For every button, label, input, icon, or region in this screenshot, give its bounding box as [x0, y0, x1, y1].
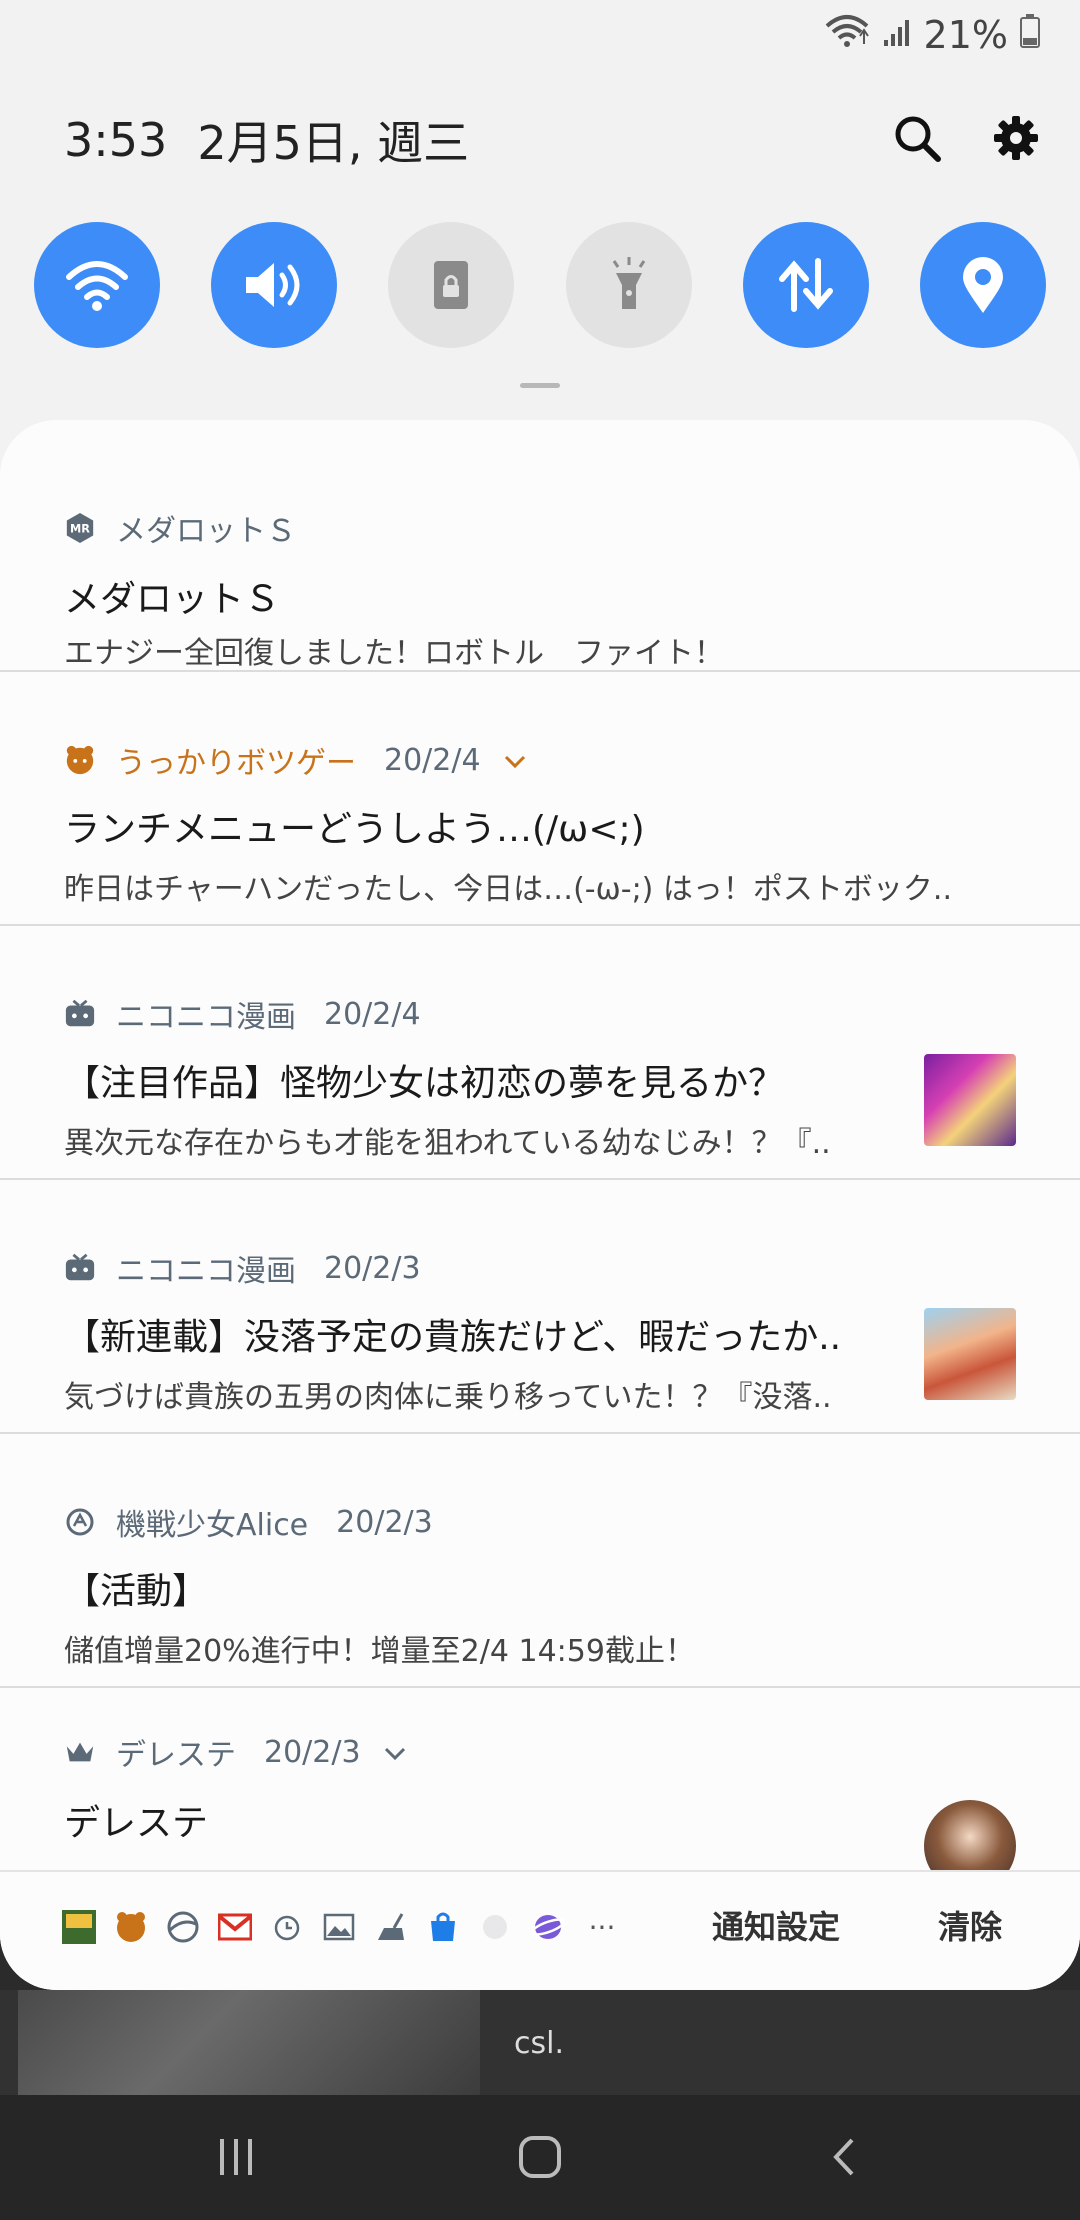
- niconico-manga-icon: [64, 1252, 96, 1284]
- clear-button[interactable]: 清除: [938, 1902, 1002, 1948]
- notification-title: メダロットＳ: [64, 579, 281, 620]
- location-pin-icon: [962, 257, 1003, 313]
- store-bag-icon: [426, 1910, 460, 1944]
- faded-app-icon: [478, 1910, 512, 1944]
- date: 2月5日, 週三: [197, 116, 470, 170]
- search-icon[interactable]: [892, 113, 942, 167]
- app-name: ニコニコ漫画: [116, 1000, 296, 1035]
- crown-icon: [64, 1736, 96, 1768]
- app-name: メダロットＳ: [116, 514, 296, 549]
- svg-text:MR: MR: [70, 523, 90, 536]
- chevron-down-icon[interactable]: [503, 743, 527, 778]
- app-name: ニコニコ漫画: [116, 1254, 296, 1289]
- quick-settings: [34, 222, 1046, 348]
- medarot-app-icon: MR: [64, 512, 96, 544]
- manga-thumbnail: [924, 1054, 1016, 1146]
- notification-title: 【新連載】没落予定の貴族だけど、暇だったか..: [64, 1317, 842, 1358]
- home-icon[interactable]: [518, 2135, 562, 2183]
- notification-text: 儲值增量20%進行中！增量至2/4 14:59截止！: [64, 1634, 695, 1669]
- more-icon[interactable]: ···: [582, 1910, 622, 1944]
- gmail-icon: [218, 1910, 252, 1944]
- notification-time: 20/2/3: [264, 1734, 361, 1770]
- notification-item[interactable]: MR メダロットＳ メダロットＳ エナジー全回復しました！ロボトル ファイト！: [0, 438, 1080, 672]
- notification-time: 20/2/4: [324, 996, 421, 1032]
- lock-icon: [434, 261, 469, 309]
- speaker-icon: [246, 263, 300, 307]
- back-icon[interactable]: [828, 2137, 858, 2181]
- notification-title: 【活動】: [64, 1571, 209, 1612]
- app-name: 機戦少女Alice: [116, 1508, 309, 1543]
- background-app-preview: csl.: [0, 1990, 1080, 2095]
- alarm-clock-icon: [270, 1910, 304, 1944]
- rotation-lock-toggle[interactable]: [388, 222, 515, 348]
- battery-icon: [1020, 13, 1040, 57]
- notification-settings-button[interactable]: 通知設定: [712, 1902, 840, 1948]
- notification-time: 20/2/3: [336, 1504, 433, 1540]
- notification-footer: ··· 通知設定 清除: [0, 1870, 1080, 1990]
- gallery-icon: [322, 1910, 356, 1944]
- manga-preview-image: [18, 1990, 480, 2095]
- notification-text: 気づけば貴族の五男の肉体に乗り移っていた！？『没落..: [64, 1380, 832, 1415]
- notification-shade: 21% 3:53 2月5日, 週三 MR メダロットＳ メダロットＳ エナジー全…: [0, 0, 1080, 1990]
- notification-text: 昨日はチャーハンだったし、今日は…(-ω-;) はっ！ポストボック..: [64, 872, 952, 907]
- sound-toggle[interactable]: [211, 222, 338, 348]
- bear-app-icon: [114, 1910, 148, 1944]
- alice-app-icon: [64, 1506, 96, 1538]
- app-name: うっかりボツゲー: [116, 746, 356, 781]
- notification-panel: MR メダロットＳ メダロットＳ エナジー全回復しました！ロボトル ファイト！ …: [0, 420, 1080, 1990]
- notification-title: ランチメニューどうしよう…(/ω<;): [64, 809, 645, 850]
- chevron-down-icon[interactable]: [383, 1735, 407, 1770]
- wifi-icon: [66, 261, 128, 311]
- wifi-toggle[interactable]: [34, 222, 160, 348]
- notification-time: 20/2/4: [384, 742, 481, 778]
- flashlight-icon: [612, 257, 645, 309]
- bear-app-icon: [64, 744, 96, 776]
- manga-thumbnail: [924, 1308, 1016, 1400]
- location-toggle[interactable]: [919, 222, 1046, 348]
- data-transfer-icon: [778, 258, 833, 312]
- recent-apps-icon[interactable]: [216, 2137, 256, 2181]
- cleaner-icon: [374, 1910, 408, 1944]
- notification-item[interactable]: ニコニコ漫画 20/2/4 【注目作品】怪物少女は初恋の夢を見るか？ 異次元な存…: [0, 926, 1080, 1180]
- battery-percent: 21%: [923, 13, 1008, 57]
- notification-time: 20/2/3: [324, 1250, 421, 1286]
- settings-gear-icon[interactable]: [992, 114, 1040, 166]
- notification-title: 【注目作品】怪物少女は初恋の夢を見るか？: [64, 1063, 785, 1104]
- flashlight-toggle[interactable]: [565, 222, 692, 348]
- clock: 3:53: [64, 113, 168, 167]
- browser-app-icon: [166, 1910, 200, 1944]
- notification-item[interactable]: 機戦少女Alice 20/2/3 【活動】 儲值增量20%進行中！增量至2/4 …: [0, 1434, 1080, 1688]
- notification-item[interactable]: うっかりボツゲー 20/2/4 ランチメニューどうしよう…(/ω<;) 昨日はチ…: [0, 672, 1080, 926]
- signal-icon: [882, 13, 912, 57]
- notification-title: デレステ: [64, 1803, 209, 1844]
- notification-item[interactable]: ニコニコ漫画 20/2/3 【新連載】没落予定の貴族だけど、暇だったか.. 気づ…: [0, 1180, 1080, 1434]
- app-name: デレステ: [116, 1738, 236, 1773]
- shade-header: 3:53 2月5日, 週三: [64, 105, 1040, 175]
- hidden-app-icons[interactable]: ···: [62, 1910, 622, 1944]
- niconico-manga-icon: [64, 998, 96, 1030]
- notification-text: 異次元な存在からも才能を狙われている幼なじみ！？『..: [64, 1126, 831, 1161]
- notification-text: エナジー全回復しました！ロボトル ファイト！: [64, 636, 724, 671]
- mobile-data-toggle[interactable]: [742, 222, 869, 348]
- game-app-icon: [62, 1910, 96, 1944]
- navigation-bar: [0, 2095, 1080, 2220]
- status-bar: 21%: [0, 0, 1080, 70]
- drag-handle[interactable]: [520, 383, 560, 388]
- background-text: csl.: [514, 2026, 564, 2061]
- wifi-status-icon: [824, 13, 870, 57]
- samsung-internet-icon: [530, 1910, 564, 1944]
